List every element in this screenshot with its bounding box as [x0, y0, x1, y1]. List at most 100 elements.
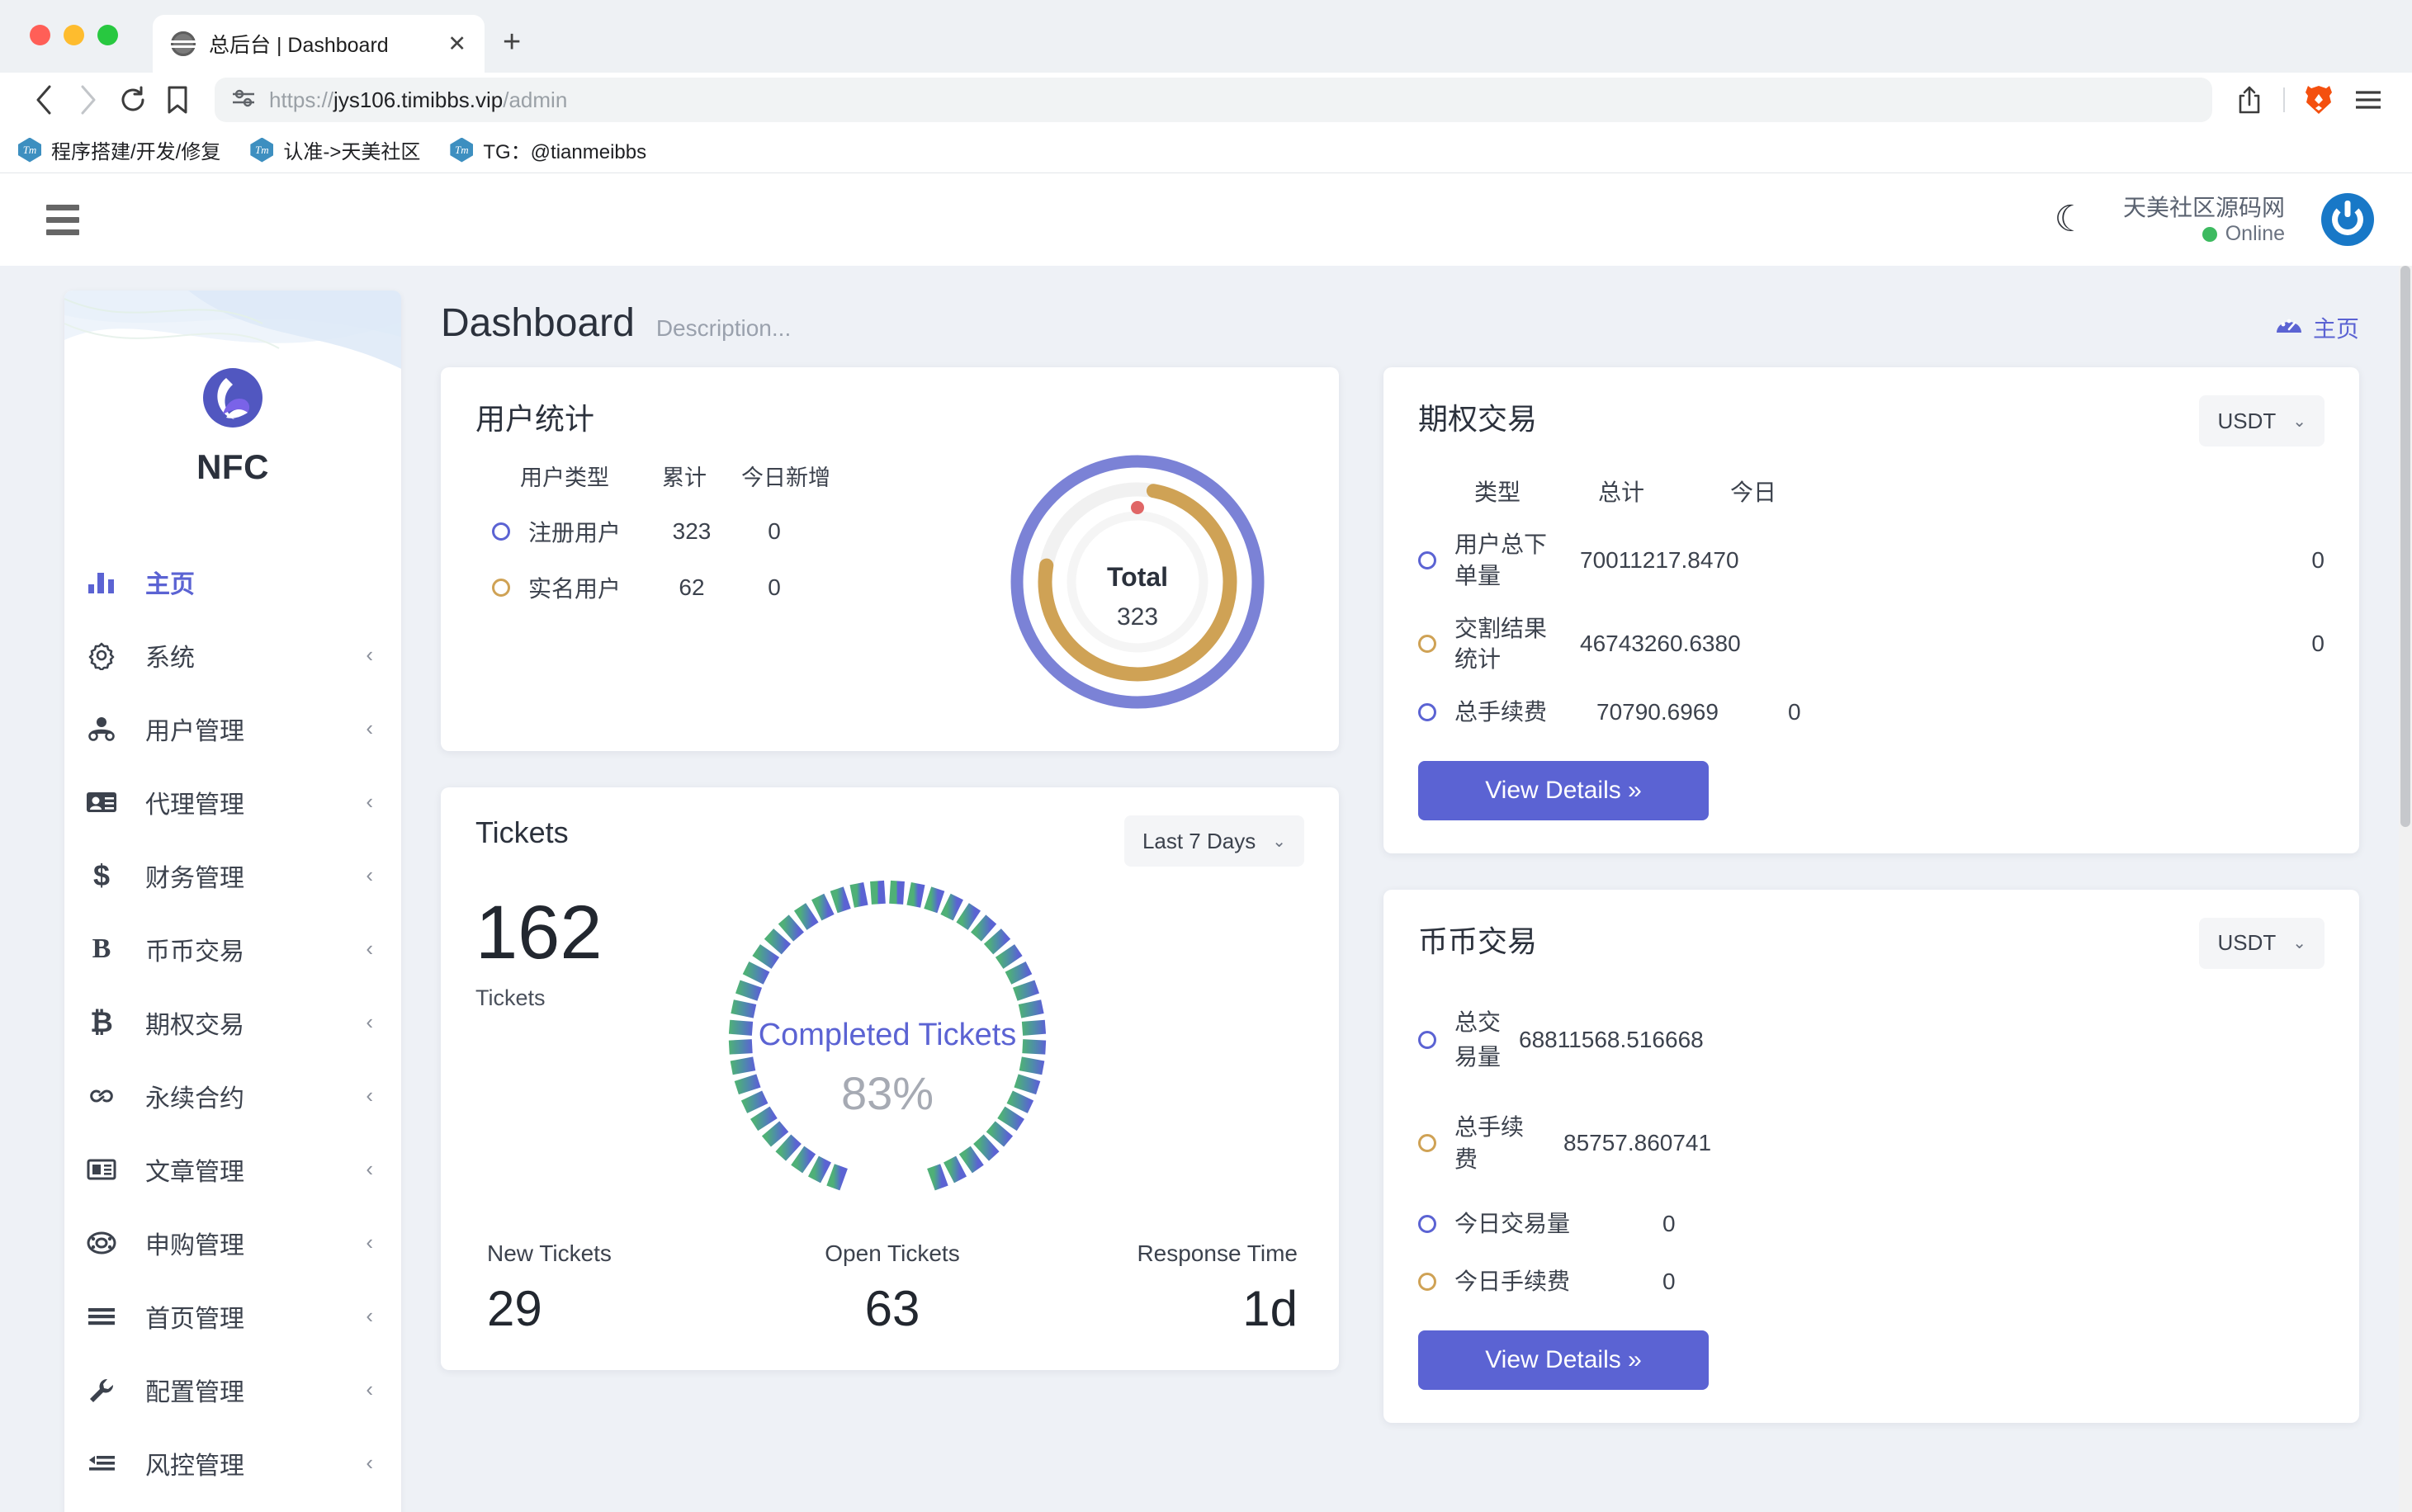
sidebar-item-risk-management[interactable]: 风控管理 ‹ [64, 1426, 401, 1500]
page-scrollbar[interactable] [2399, 266, 2412, 1512]
coin-view-details-button[interactable]: View Details » [1418, 1330, 1709, 1390]
list-arrow-icon [83, 1453, 121, 1474]
browser-tab[interactable]: 总后台 | Dashboard ✕ [153, 15, 485, 73]
table-row: 总交易量 68811568.516668 [1418, 1005, 2325, 1075]
user-status: Online [2123, 222, 2285, 246]
sidebar-item-agent-management[interactable]: 代理管理 ‹ [64, 765, 401, 839]
link-icon [83, 1085, 121, 1107]
table-row: 实名用户 62 0 [492, 571, 830, 604]
scrollbar-thumb[interactable] [2400, 266, 2410, 827]
share-icon[interactable] [2227, 78, 2272, 122]
maximize-window-button[interactable] [97, 25, 118, 45]
row-total: 70011217.8470 [1580, 546, 1739, 573]
gauge-tick [923, 886, 944, 914]
sidebar-toggle-icon[interactable] [38, 196, 87, 243]
sidebar-item-perpetual-contract[interactable]: 永续合约 ‹ [64, 1059, 401, 1132]
stat-value: 63 [864, 1281, 920, 1336]
breadcrumb[interactable]: 主页 [2275, 311, 2359, 344]
coin-trading-title: 币币交易 [1418, 924, 1538, 958]
window-controls[interactable] [30, 25, 118, 45]
tickets-total-label: Tickets [475, 985, 546, 1010]
browser-menu-icon[interactable] [2346, 78, 2391, 122]
chart-bars-icon [83, 569, 121, 594]
chevron-left-icon: ‹ [366, 789, 373, 814]
gauge-tick [734, 1074, 761, 1095]
bookmark-button[interactable] [155, 78, 200, 122]
options-currency-select[interactable]: USDT ⌄ [2199, 395, 2325, 447]
minimize-window-button[interactable] [64, 25, 84, 45]
donut-center-label: Total [1107, 562, 1168, 592]
row-total: 85757.860741 [1563, 1130, 1712, 1156]
tickets-card-header: Tickets Last 7 Days ⌄ [475, 815, 1304, 867]
close-tab-icon[interactable]: ✕ [447, 32, 466, 55]
coin-table-body: 总交易量 68811568.516668 总手续费 85757.860741 今… [1418, 1005, 2325, 1297]
row-label: 交割结果统计 [1454, 615, 1548, 673]
sidebar-item-options-trading[interactable]: ₿ 期权交易 ‹ [64, 985, 401, 1059]
column-header-type: 类型 [1474, 480, 1521, 505]
close-window-button[interactable] [30, 25, 50, 45]
row-total: 68811568.516668 [1519, 1026, 1704, 1052]
gauge-tick [730, 1056, 755, 1075]
sidebar-item-label: 期权交易 [145, 1011, 244, 1039]
tab-strip: 总后台 | Dashboard ✕ + [0, 0, 2412, 73]
site-settings-icon[interactable] [231, 87, 256, 113]
sidebar-item-system[interactable]: 系统 ‹ [64, 618, 401, 692]
avatar[interactable] [2321, 193, 2374, 246]
table-row: 交割结果统计 46743260.6380 0 [1418, 613, 2325, 676]
row-label: 用户总下单量 [1454, 532, 1548, 588]
row-today: 0 [2311, 631, 2325, 657]
sidebar-item-homepage-management[interactable]: 首页管理 ‹ [64, 1279, 401, 1353]
sidebar-item-coin-trading[interactable]: B 币币交易 ‹ [64, 912, 401, 985]
forward-button[interactable] [66, 78, 111, 122]
tickets-total-value: 162 [475, 891, 603, 975]
row-label: 今日手续费 [1454, 1269, 1571, 1295]
bookmark-item[interactable]: Tm 程序搭建/开发/修复 [18, 135, 220, 164]
gauge-tick [983, 928, 1010, 955]
page-header: Dashboard Description... 主页 [441, 291, 2359, 367]
gauge-tick [774, 1134, 802, 1161]
toolbar-divider [2283, 87, 2285, 112]
sidebar-item-article-management[interactable]: 文章管理 ‹ [64, 1132, 401, 1206]
back-button[interactable] [21, 78, 66, 122]
table-row: 总手续费 70790.6969 0 [1418, 697, 2325, 728]
brand-logo-icon [201, 366, 264, 429]
tickets-range-select[interactable]: Last 7 Days ⌄ [1123, 815, 1304, 867]
sidebar-menu: 主页 系统 ‹ 用户管理 ‹ 代理管理 ‹ $ 财务管理 ‹ B 币币交易 ‹ … [64, 545, 401, 1500]
bookmark-item[interactable]: Tm 认准->天美社区 [250, 135, 420, 164]
dollar-icon: $ [92, 858, 111, 892]
gauge-tick [996, 1106, 1024, 1132]
table-header: 用户类型 累计 今日新增 [492, 460, 830, 492]
sidebar-item-home[interactable]: 主页 [64, 545, 401, 618]
legend-dot-icon [1418, 1215, 1436, 1234]
brave-lion-icon[interactable] [2296, 78, 2341, 122]
completed-tickets-gauge-chart: Completed Tickets 83% [710, 862, 1065, 1221]
url-path: /admin [503, 87, 568, 112]
user-info[interactable]: 天美社区源码网 Online [2123, 193, 2285, 246]
sidebar-item-user-management[interactable]: 用户管理 ‹ [64, 692, 401, 765]
page-title: Dashboard [441, 301, 635, 345]
stat-label: New Tickets [487, 1240, 612, 1266]
dark-mode-toggle-icon[interactable]: ☾ [2055, 201, 2087, 238]
address-bar[interactable]: https://jys106.timibbs.vip/admin [215, 78, 2212, 122]
sidebar-item-config-management[interactable]: 配置管理 ‹ [64, 1353, 401, 1426]
stat-value: 29 [487, 1281, 542, 1336]
reload-button[interactable] [111, 78, 155, 122]
gauge-tick [807, 1155, 831, 1184]
gauge-tick [1013, 1074, 1040, 1095]
sidebar-item-subscription-management[interactable]: 申购管理 ‹ [64, 1206, 401, 1279]
legend-dot-icon [1418, 1030, 1436, 1049]
new-tab-button[interactable]: + [503, 26, 521, 58]
options-view-details-button[interactable]: View Details » [1418, 760, 1709, 820]
tickets-range-value: Last 7 Days [1142, 828, 1256, 853]
tickets-stat-open: Open Tickets 63 [757, 1240, 1027, 1337]
row-today: 0 [1662, 1269, 1676, 1295]
options-trading-card: 期权交易 USDT ⌄ 类型 总计 今日 用户总下单量 70011217.847… [1383, 367, 2359, 853]
sidebar-item-finance-management[interactable]: $ 财务管理 ‹ [64, 839, 401, 912]
dashboard-grid: 用户统计 用户类型 累计 今日新增 注册用户 323 0 实名用户 62 0 T… [441, 367, 2359, 1423]
bookmark-item[interactable]: Tm TG：@tianmeibbs [450, 135, 646, 164]
coin-currency-select[interactable]: USDT ⌄ [2199, 917, 2325, 969]
lifebuoy-icon [83, 1231, 121, 1255]
donut-center-value: 323 [1117, 603, 1158, 631]
tickets-stat-new: New Tickets 29 [475, 1240, 757, 1337]
gauge-tick [728, 1019, 753, 1036]
